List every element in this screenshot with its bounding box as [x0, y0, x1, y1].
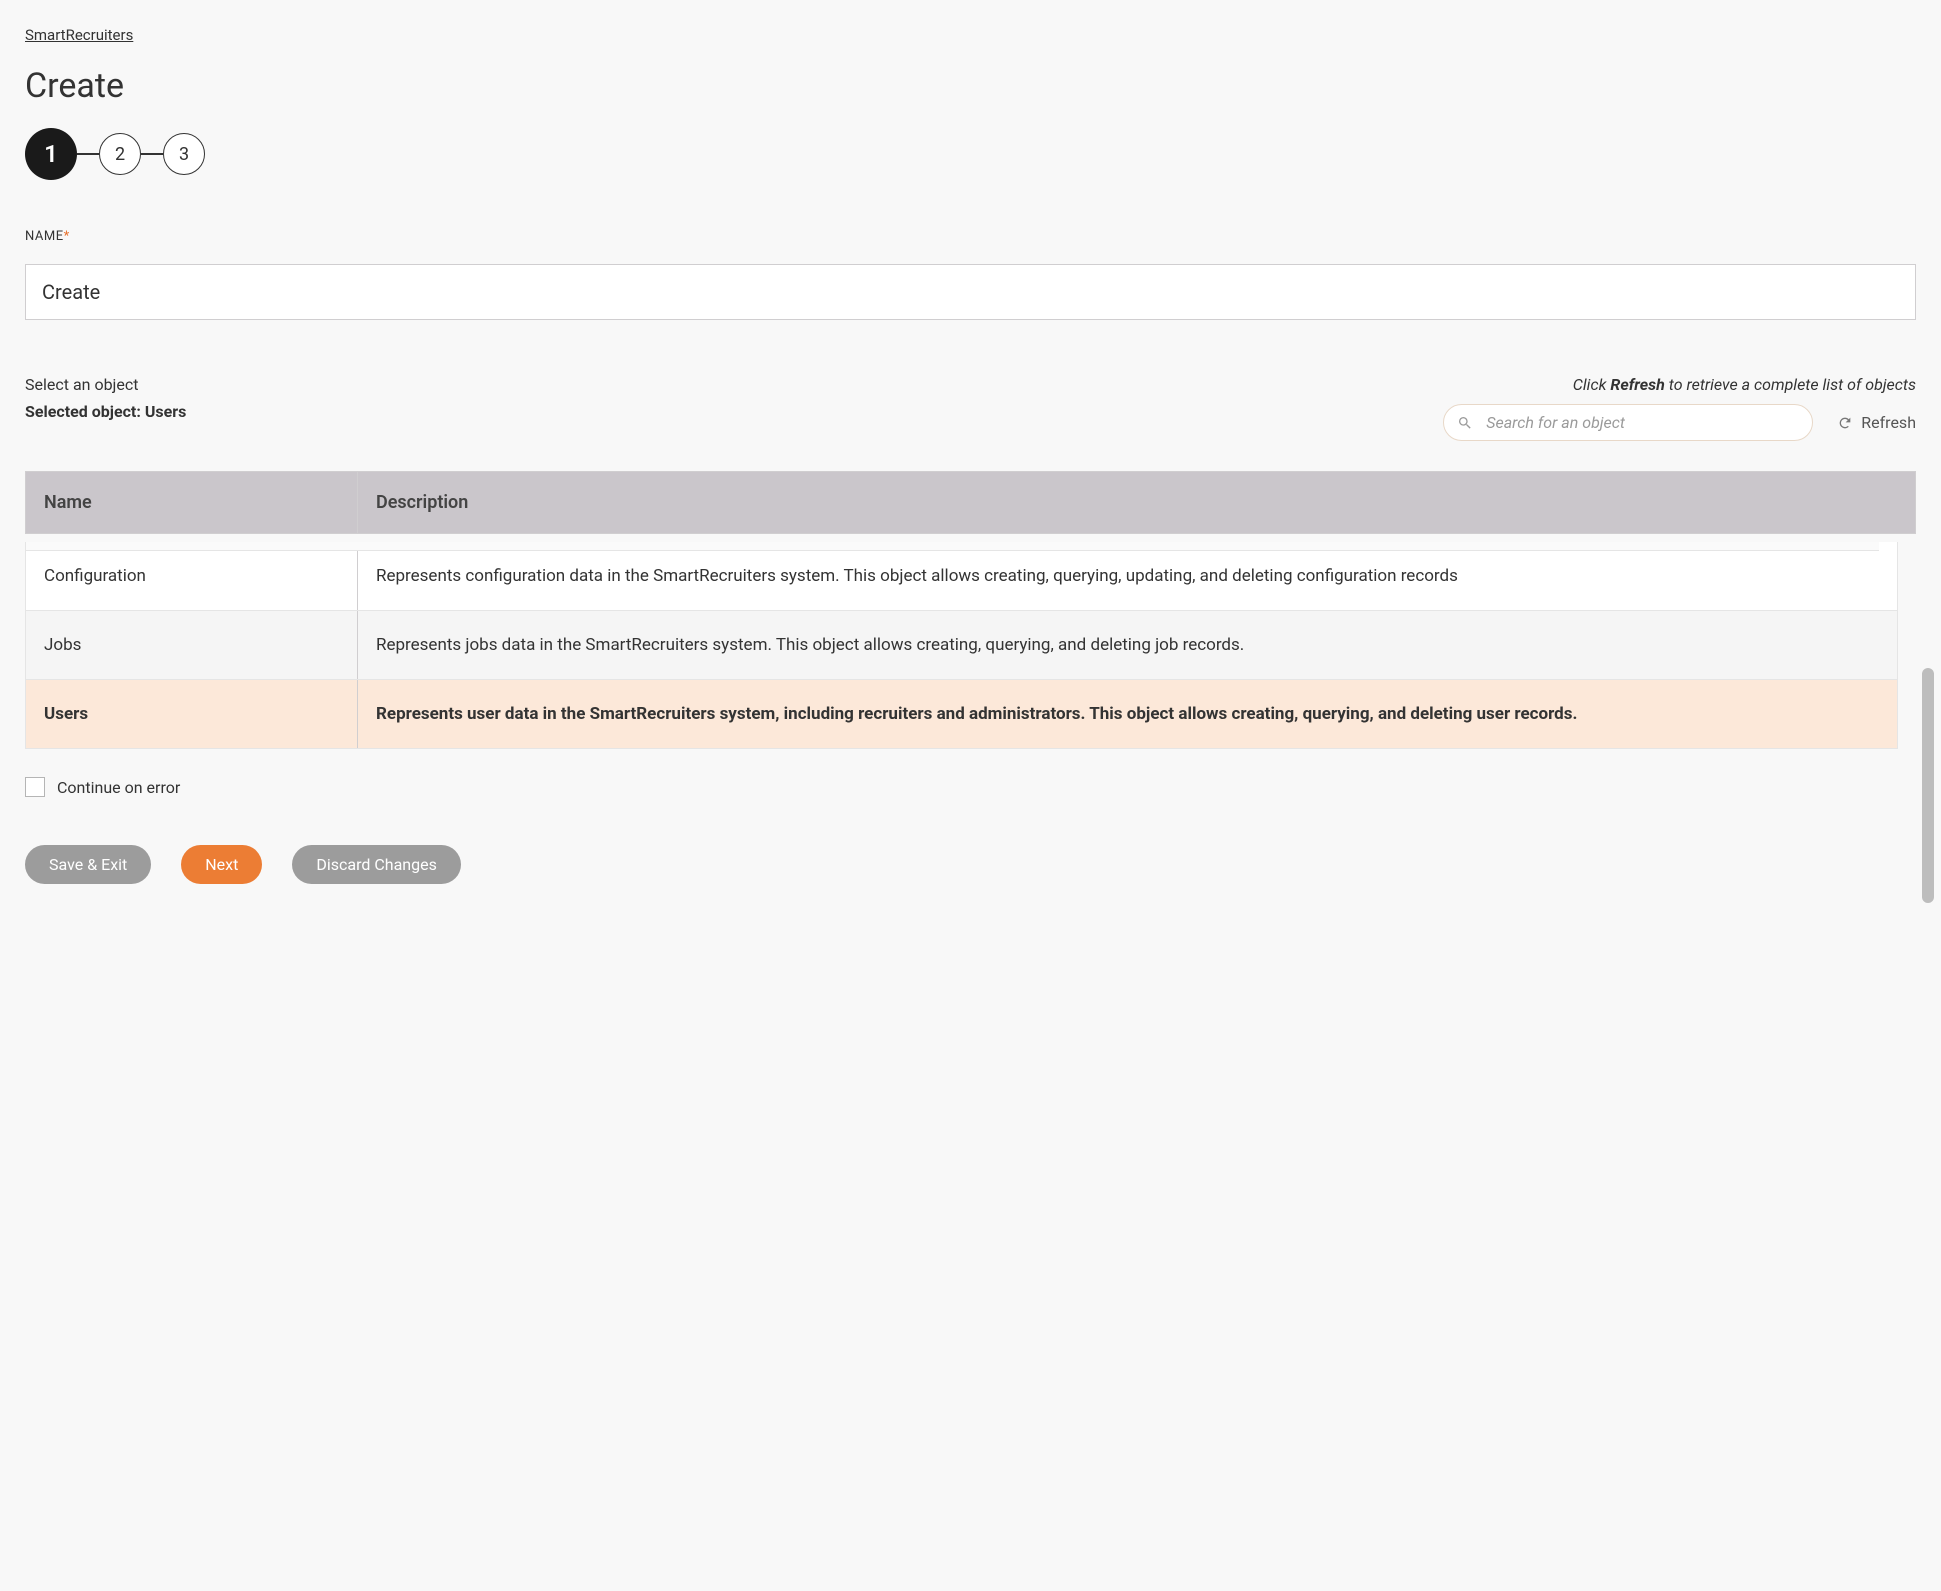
selected-object-value: Users — [145, 402, 186, 421]
discard-changes-button[interactable]: Discard Changes — [292, 845, 460, 884]
refresh-label: Refresh — [1861, 413, 1916, 432]
step-connector — [141, 153, 163, 155]
step-1[interactable]: 1 — [25, 128, 77, 180]
cell-name: Jobs — [26, 611, 358, 679]
select-object-hint: Select an object — [25, 375, 186, 394]
search-icon — [1457, 415, 1473, 431]
step-connector — [77, 153, 99, 155]
name-field-group: NAME* — [25, 225, 1916, 320]
refresh-button[interactable]: Refresh — [1837, 413, 1916, 432]
cell-name: Users — [26, 680, 358, 748]
page-title: Create — [25, 66, 1916, 106]
stepper: 1 2 3 — [25, 128, 1916, 180]
table-body: Configuration Represents configuration d… — [25, 542, 1898, 749]
save-and-exit-button[interactable]: Save & Exit — [25, 845, 151, 884]
refresh-hint-pre: Click — [1573, 375, 1611, 394]
continue-on-error-row[interactable]: Continue on error — [25, 777, 1916, 797]
table-header-row: Name Description — [25, 471, 1916, 534]
table-row[interactable]: Jobs Represents jobs data in the SmartRe… — [26, 611, 1897, 680]
continue-on-error-label: Continue on error — [57, 778, 180, 797]
cell-description: Represents configuration data in the Sma… — [358, 542, 1897, 610]
scrollbar-thumb[interactable] — [1922, 668, 1934, 903]
refresh-hint-post: to retrieve a complete list of objects — [1665, 375, 1916, 394]
refresh-hint: Click Refresh to retrieve a complete lis… — [1573, 375, 1916, 394]
button-row: Save & Exit Next Discard Changes — [25, 845, 1916, 884]
selected-object-prefix: Selected object: — [25, 402, 145, 421]
cell-name: Configuration — [26, 542, 358, 610]
table-row[interactable]: Configuration Represents configuration d… — [26, 542, 1897, 611]
th-description: Description — [358, 472, 1915, 533]
cell-description: Represents jobs data in the SmartRecruit… — [358, 611, 1897, 679]
next-button[interactable]: Next — [181, 845, 262, 884]
required-indicator: * — [64, 229, 70, 244]
search-wrap — [1443, 404, 1813, 441]
name-input[interactable] — [25, 264, 1916, 320]
step-2[interactable]: 2 — [99, 133, 141, 175]
breadcrumb-link[interactable]: SmartRecruiters — [25, 26, 133, 44]
th-name: Name — [26, 472, 358, 533]
object-header: Select an object Selected object: Users … — [25, 375, 1916, 441]
continue-on-error-checkbox[interactable] — [25, 777, 45, 797]
object-table: Name Description Configuration Represent… — [25, 471, 1916, 749]
table-row[interactable]: Users Represents user data in the SmartR… — [26, 680, 1897, 749]
selected-object-label: Selected object: Users — [25, 402, 186, 421]
step-3[interactable]: 3 — [163, 133, 205, 175]
scrollbar-track[interactable] — [1920, 612, 1934, 749]
refresh-icon — [1837, 415, 1853, 431]
object-search-input[interactable] — [1443, 404, 1813, 441]
cell-description: Represents user data in the SmartRecruit… — [358, 680, 1897, 748]
name-label: NAME* — [25, 229, 70, 244]
refresh-hint-bold: Refresh — [1610, 375, 1664, 394]
name-label-text: NAME — [25, 229, 64, 244]
